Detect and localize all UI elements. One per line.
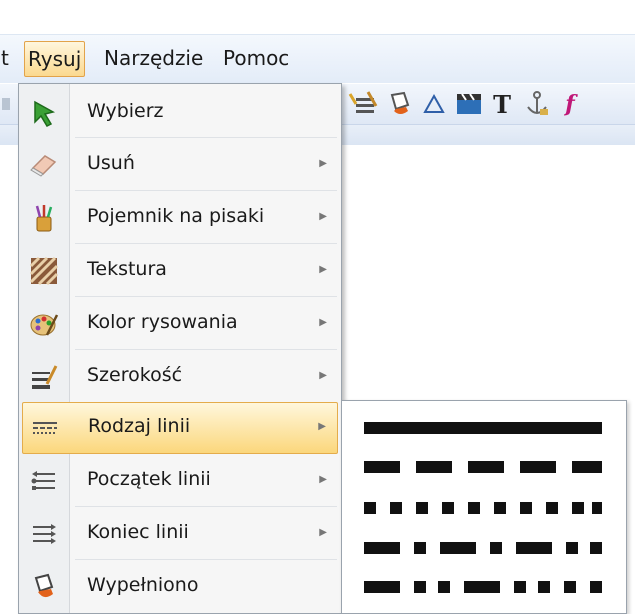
pen-holder-icon bbox=[35, 205, 53, 232]
menu-item-label: Pojemnik na pisaki bbox=[87, 205, 265, 227]
submenu-arrow-icon: ▶ bbox=[319, 264, 327, 275]
menu-item-label: Wybierz bbox=[87, 100, 164, 122]
menu-item-label: Kolor rysowania bbox=[87, 311, 238, 333]
texture-icon bbox=[29, 256, 59, 286]
fill-icon bbox=[34, 573, 54, 598]
line-type-dash-dot-dot[interactable] bbox=[364, 581, 602, 593]
menu-item-narzedzie[interactable]: Narzędzie bbox=[103, 41, 204, 75]
menu-item-label: Usuń bbox=[87, 152, 135, 174]
submenu-arrow-icon: ▶ bbox=[318, 421, 326, 432]
line-type-dash-dot[interactable] bbox=[364, 542, 602, 554]
menu-item-wypelniono[interactable]: Wypełniono bbox=[19, 561, 341, 613]
line-end-icon bbox=[33, 524, 56, 544]
menu-bar: t Rysuj Narzędzie Pomoc bbox=[0, 34, 635, 83]
menu-separator bbox=[75, 506, 337, 507]
menu-item-label: Szerokość bbox=[87, 364, 183, 386]
triangle-icon[interactable] bbox=[420, 88, 448, 120]
eraser-icon bbox=[30, 155, 57, 177]
function-tool-icon[interactable]: f bbox=[560, 88, 580, 120]
line-type-dash[interactable] bbox=[364, 461, 602, 473]
line-type-dot[interactable] bbox=[364, 502, 602, 514]
line-type-icon bbox=[33, 422, 57, 434]
menu-item-edit-partial[interactable]: t bbox=[0, 41, 10, 75]
menu-item-pojemnik-na-pisaki[interactable]: Pojemnik na pisaki ▶ bbox=[19, 192, 341, 244]
menu-separator bbox=[75, 137, 337, 138]
submenu-arrow-icon: ▶ bbox=[319, 317, 327, 328]
submenu-arrow-icon: ▶ bbox=[319, 474, 327, 485]
palette-icon bbox=[30, 314, 59, 336]
menu-item-label: Początek linii bbox=[87, 468, 211, 490]
menu-item-szerokosc[interactable]: Szerokość ▶ bbox=[19, 351, 341, 403]
menu-item-usun[interactable]: Usuń ▶ bbox=[19, 139, 341, 191]
submenu-arrow-icon: ▶ bbox=[319, 211, 327, 222]
anchor-icon[interactable] bbox=[520, 88, 554, 120]
menu-item-rodzaj-linii[interactable]: Rodzaj linii ▶ bbox=[22, 402, 338, 454]
submenu-arrow-icon: ▶ bbox=[319, 158, 327, 169]
menu-item-label: Wypełniono bbox=[87, 574, 199, 596]
line-start-icon bbox=[31, 471, 55, 490]
menu-item-poczatek-linii[interactable]: Początek linii ▶ bbox=[19, 455, 341, 507]
menu-item-koniec-linii[interactable]: Koniec linii ▶ bbox=[19, 508, 341, 560]
line-width-icon bbox=[32, 365, 58, 389]
menu-separator bbox=[75, 559, 337, 560]
line-width-icon[interactable] bbox=[342, 88, 382, 120]
clapperboard-icon[interactable] bbox=[452, 88, 486, 120]
text-tool-icon[interactable]: T bbox=[490, 88, 514, 120]
menu-item-rysuj[interactable]: Rysuj bbox=[24, 41, 86, 77]
line-type-submenu bbox=[341, 400, 627, 614]
menu-item-tekstura[interactable]: Tekstura ▶ bbox=[19, 245, 341, 297]
menu-item-kolor-rysowania[interactable]: Kolor rysowania ▶ bbox=[19, 298, 341, 350]
select-arrow-icon bbox=[34, 100, 56, 127]
toolbar-partial-icon[interactable] bbox=[0, 88, 14, 120]
fill-icon[interactable] bbox=[384, 88, 418, 120]
menu-item-label: Tekstura bbox=[87, 258, 167, 280]
menu-separator bbox=[75, 243, 337, 244]
menu-separator bbox=[75, 349, 337, 350]
submenu-arrow-icon: ▶ bbox=[319, 370, 327, 381]
rysuj-dropdown-menu: Wybierz Usuń ▶ Pojemnik na pisaki ▶ Teks… bbox=[18, 83, 342, 614]
menu-separator bbox=[75, 296, 337, 297]
menu-item-pomoc[interactable]: Pomoc bbox=[222, 41, 290, 75]
menu-separator bbox=[75, 190, 337, 191]
menu-item-label: Rodzaj linii bbox=[88, 415, 191, 437]
menu-item-wybierz[interactable]: Wybierz bbox=[19, 87, 341, 139]
line-type-solid[interactable] bbox=[364, 422, 602, 434]
submenu-arrow-icon: ▶ bbox=[319, 527, 327, 538]
menu-item-label: Koniec linii bbox=[87, 521, 189, 543]
